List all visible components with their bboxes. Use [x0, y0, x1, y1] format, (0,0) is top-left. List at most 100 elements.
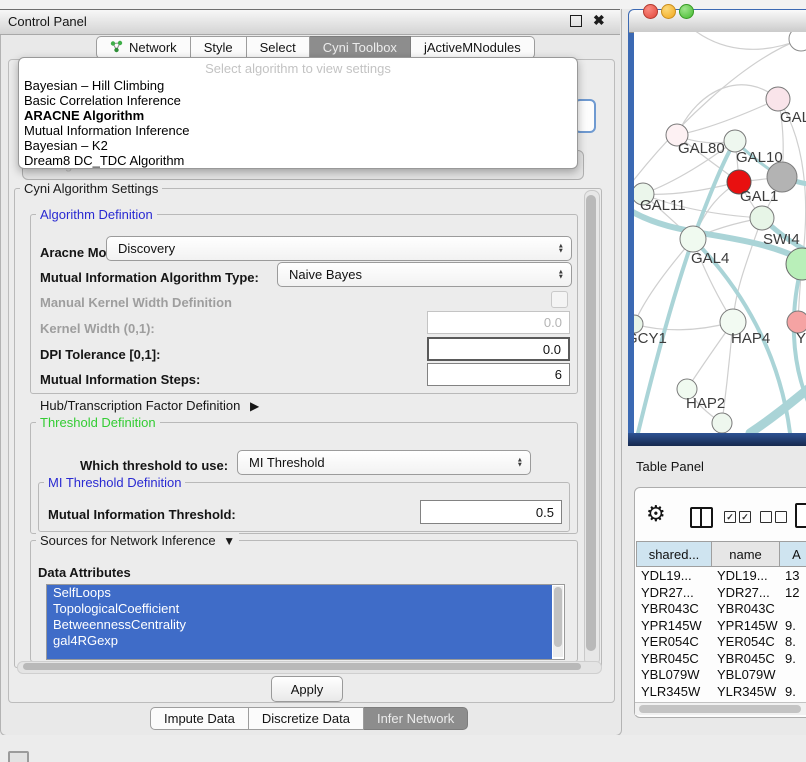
- gear-icon[interactable]: ⚙: [646, 503, 666, 525]
- tab-style[interactable]: Style: [191, 36, 247, 59]
- data-attributes-list[interactable]: SelfLoopsTopologicalCoefficientBetweenne…: [46, 584, 565, 660]
- algorithm-option[interactable]: Bayesian – K2: [19, 138, 577, 153]
- algorithm-option[interactable]: Dream8 DC_TDC Algorithm: [19, 153, 577, 168]
- apply-button[interactable]: Apply: [271, 676, 343, 702]
- node-label: GAL: [780, 109, 806, 126]
- table-row[interactable]: YLR345WYLR345W9.: [636, 684, 806, 701]
- algorithm-option[interactable]: Bayesian – Hill Climbing: [19, 78, 577, 93]
- data-attributes-label: Data Attributes: [38, 565, 131, 580]
- attributes-scrollbar[interactable]: [553, 586, 563, 657]
- column-header[interactable]: A: [780, 541, 806, 567]
- minimized-panel-icon[interactable]: [8, 751, 29, 762]
- column-header[interactable]: name: [712, 541, 780, 567]
- table-cell: YPR145W: [636, 618, 712, 635]
- expand-down-icon[interactable]: ▼: [223, 534, 235, 548]
- tab-jactivemnodules[interactable]: jActiveMNodules: [411, 36, 535, 59]
- table-cell: YPR145W: [712, 618, 780, 635]
- algorithm-option[interactable]: ARACNE Algorithm: [19, 108, 577, 123]
- table-cell: YDR27...: [636, 585, 712, 602]
- tab-discretize-data[interactable]: Discretize Data: [249, 707, 364, 730]
- node-label: Y: [796, 330, 806, 347]
- deselect-all-icon[interactable]: [760, 511, 787, 523]
- table-row[interactable]: YER054CYER054C8.: [636, 634, 806, 651]
- settings-horizontal-scrollbar[interactable]: [17, 661, 602, 674]
- minimize-traffic-light-icon[interactable]: [661, 4, 676, 19]
- close-traffic-light-icon[interactable]: [643, 4, 658, 19]
- node-gal1[interactable]: [750, 206, 774, 230]
- tab-impute-data[interactable]: Impute Data: [150, 707, 249, 730]
- file-export-icon[interactable]: [795, 503, 806, 528]
- table-row[interactable]: YDR27...YDR27...12: [636, 585, 806, 602]
- node-gal4[interactable]: [680, 226, 706, 252]
- mi-threshold-input[interactable]: 0.5: [420, 500, 562, 524]
- node-label: GAL80: [678, 140, 725, 157]
- node-gal[interactable]: [766, 87, 790, 111]
- table-horizontal-scrollbar[interactable]: [635, 702, 806, 715]
- select-all-icon[interactable]: ✓✓: [724, 511, 751, 523]
- algorithm-option[interactable]: Basic Correlation Inference: [19, 93, 577, 108]
- table-cell: YBR043C: [712, 601, 780, 618]
- table-cell: YER054C: [636, 634, 712, 651]
- hub-definition-toggle[interactable]: Hub/Transcription Factor Definition ▶: [40, 398, 259, 413]
- attribute-item[interactable]: TopologicalCoefficient: [47, 601, 552, 617]
- control-panel-titlebar[interactable]: [0, 9, 620, 35]
- network-canvas[interactable]: GALGAL80GAL10GAL1GAL11GAL4SWI4GCY1HAP4YH…: [634, 32, 806, 433]
- expand-right-icon[interactable]: ▶: [250, 399, 259, 413]
- columns-icon[interactable]: [690, 507, 713, 528]
- table-cell: 12: [780, 585, 806, 602]
- control-panel-title: Control Panel: [8, 14, 87, 29]
- algorithm-dropdown-items: Bayesian – Hill ClimbingBasic Correlatio…: [19, 78, 577, 168]
- tab-network[interactable]: Network: [96, 36, 191, 59]
- tab-label: Discretize Data: [262, 711, 350, 726]
- algorithm-option[interactable]: Mutual Information Inference: [19, 123, 577, 138]
- node-label: GAL4: [691, 250, 729, 267]
- network-window-bottom-frame: [628, 433, 806, 446]
- control-panel-bottom-tabbar: Impute Data Discretize Data Infer Network: [150, 707, 468, 730]
- attribute-item[interactable]: SelfLoops: [47, 585, 552, 601]
- tab-cyni-toolbox[interactable]: Cyni Toolbox: [310, 36, 411, 59]
- stepper-icon: ▲▼: [558, 243, 564, 254]
- tab-infer-network[interactable]: Infer Network: [364, 707, 468, 730]
- table-row[interactable]: YBR045CYBR045C9.: [636, 651, 806, 668]
- mi-steps-input[interactable]: 6: [427, 363, 570, 386]
- algorithm-dropdown-placeholder: Select algorithm to view settings: [19, 61, 577, 78]
- table-row[interactable]: YDL19...YDL19...13: [636, 568, 806, 585]
- float-window-icon[interactable]: [570, 15, 582, 27]
- settings-vertical-scrollbar[interactable]: [584, 190, 600, 666]
- zoom-traffic-light-icon[interactable]: [679, 4, 694, 19]
- table-cell: 9.: [780, 684, 806, 701]
- table-rows: YDL19...YDL19...13YDR27...YDR27...12YBR0…: [636, 568, 806, 702]
- mi-threshold-group-title: MI Threshold Definition: [44, 475, 185, 490]
- table-cell: 13: [780, 568, 806, 585]
- tab-label: Impute Data: [164, 711, 235, 726]
- manual-kernel-checkbox[interactable]: [551, 291, 568, 308]
- which-threshold-combo[interactable]: MI Threshold ▲▼: [237, 450, 531, 475]
- cyni-algorithm-settings-title: Cyni Algorithm Settings: [20, 181, 162, 196]
- aracne-mode-combo[interactable]: Discovery ▲▼: [106, 236, 572, 261]
- table-cell: YBR045C: [712, 651, 780, 668]
- table-cell: YDR27...: [712, 585, 780, 602]
- tab-select[interactable]: Select: [247, 36, 310, 59]
- node-label: HAP4: [731, 330, 770, 347]
- column-header[interactable]: shared...: [636, 541, 712, 567]
- mi-type-combo[interactable]: Naive Bayes ▲▼: [277, 262, 572, 287]
- table-cell: 9.: [780, 651, 806, 668]
- table-row[interactable]: YPR145WYPR145W9.: [636, 618, 806, 635]
- node[interactable]: [712, 413, 732, 433]
- kernel-width-input[interactable]: 0.0: [427, 311, 570, 334]
- table-cell: YBR045C: [636, 651, 712, 668]
- table-row[interactable]: YBL079WYBL079W: [636, 667, 806, 684]
- attribute-item[interactable]: gal4RGexp: [47, 633, 552, 649]
- node[interactable]: [789, 32, 806, 51]
- attribute-item[interactable]: BetweennessCentrality: [47, 617, 552, 633]
- table-row[interactable]: YBR043CYBR043C: [636, 601, 806, 618]
- sources-group-title[interactable]: Sources for Network Inference ▼: [36, 533, 239, 548]
- data-attributes-items: SelfLoopsTopologicalCoefficientBetweenne…: [47, 585, 564, 649]
- table-cell: YDL19...: [712, 568, 780, 585]
- close-icon[interactable]: ✖: [593, 13, 605, 27]
- which-threshold-value: MI Threshold: [249, 455, 325, 470]
- threshold-definition-title: Threshold Definition: [36, 415, 160, 430]
- dpi-tolerance-input[interactable]: 0.0: [427, 337, 570, 361]
- which-threshold-label: Which threshold to use:: [80, 458, 228, 473]
- manual-kernel-label: Manual Kernel Width Definition: [40, 295, 232, 310]
